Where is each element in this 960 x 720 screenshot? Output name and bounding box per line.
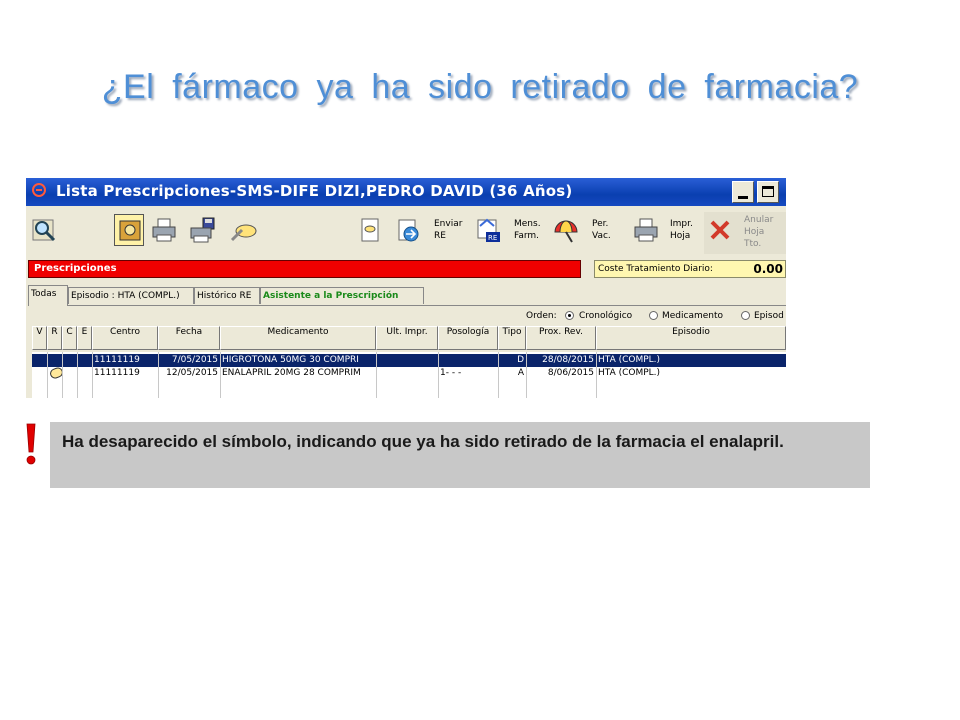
search-icon[interactable] (30, 216, 58, 244)
impr-hoja-label[interactable]: Impr. Hoja (670, 218, 693, 242)
cell-episodio: HTA (COMPL.) (598, 355, 661, 365)
warning-exclamation-icon (26, 423, 36, 465)
toolbar: Enviar RE RE Mens. Farm. Per. Vac. Impr.… (26, 206, 786, 256)
window-titlebar[interactable]: Lista Prescripciones-SMS-DIFE DIZI,PEDRO… (26, 178, 786, 206)
table-row[interactable]: 11111119 7/05/2015 HIGROTONA 50MG 30 COM… (32, 354, 786, 367)
col-tipo[interactable]: Tipo (498, 326, 526, 350)
explanation-note: Ha desaparecido el símbolo, indicando qu… (50, 422, 870, 488)
prescriptions-header: Prescripciones (28, 260, 581, 278)
order-selector: Orden: Cronológico Medicamento Episod (26, 308, 786, 324)
grid-line (596, 352, 597, 398)
tab-historico-re[interactable]: Histórico RE (194, 287, 260, 304)
order-radio-chronological[interactable] (565, 311, 574, 320)
document-icon[interactable] (356, 216, 384, 244)
col-prox-rev[interactable]: Prox. Rev. (526, 326, 596, 350)
cell-tipo: D (517, 355, 524, 365)
cell-tipo: A (517, 368, 524, 378)
print-icon[interactable] (150, 216, 178, 244)
cell-medicamento: ENALAPRIL 20MG 28 COMPRIM (222, 368, 361, 378)
col-r[interactable]: R (47, 326, 62, 350)
order-option-chronological[interactable]: Cronológico (579, 308, 632, 324)
order-label: Orden: (526, 311, 557, 321)
daily-cost-label: Coste Tratamiento Diario: (598, 264, 713, 274)
tab-todas[interactable]: Todas (28, 285, 68, 306)
grid-line (438, 352, 439, 398)
col-centro[interactable]: Centro (92, 326, 158, 350)
order-option-medication[interactable]: Medicamento (662, 308, 723, 324)
col-e[interactable]: E (77, 326, 92, 350)
per-vac-label[interactable]: Per. Vac. (592, 218, 611, 242)
prescriptions-window: Lista Prescripciones-SMS-DIFE DIZI,PEDRO… (26, 178, 786, 398)
send-re-icon[interactable] (394, 216, 422, 244)
grid-line (62, 352, 63, 398)
col-posologia[interactable]: Posología (438, 326, 498, 350)
daily-cost-box: Coste Tratamiento Diario: 0.00 (594, 260, 786, 278)
col-fecha[interactable]: Fecha (158, 326, 220, 350)
prescriptions-table-body: 11111119 7/05/2015 HIGROTONA 50MG 30 COM… (32, 352, 786, 398)
grid-line (376, 352, 377, 398)
col-episodio[interactable]: Episodio (596, 326, 786, 350)
pill-dropper-icon[interactable] (230, 216, 258, 244)
cell-prox-rev: 28/08/2015 (542, 355, 594, 365)
tab-asistente[interactable]: Asistente a la Prescripción (260, 287, 424, 304)
col-c[interactable]: C (62, 326, 77, 350)
grid-line (92, 352, 93, 398)
mens-farm-label[interactable]: Mens. Farm. (514, 218, 541, 242)
anular-hoja-label[interactable]: Anular Hoja Tto. (744, 214, 773, 250)
order-option-episode[interactable]: Episod (754, 308, 784, 324)
cell-prox-rev: 8/06/2015 (547, 368, 594, 378)
grid-line (498, 352, 499, 398)
cell-centro: 11111119 (94, 368, 140, 378)
order-radio-medication[interactable] (649, 311, 658, 320)
grid-line (220, 352, 221, 398)
cell-fecha: 7/05/2015 (171, 355, 218, 365)
window-menu-icon[interactable] (32, 183, 46, 197)
cell-posologia: 1- - - (440, 368, 462, 378)
print-save-icon[interactable] (188, 216, 216, 244)
cell-ult-impr (376, 367, 438, 380)
tab-episodio[interactable]: Episodio : HTA (COMPL.) (68, 287, 194, 304)
cell-medicamento: HIGROTONA 50MG 30 COMPRI (222, 355, 359, 365)
order-radio-episode[interactable] (741, 311, 750, 320)
grid-line (158, 352, 159, 398)
col-ult-impr[interactable]: Ult. Impr. (376, 326, 438, 350)
cell-centro: 11111119 (94, 355, 140, 365)
grid-line (526, 352, 527, 398)
svg-text:RE: RE (488, 234, 497, 242)
maximize-button[interactable] (757, 181, 779, 203)
cell-episodio: HTA (COMPL.) (598, 368, 661, 378)
grid-line (47, 352, 48, 398)
minimize-button[interactable] (732, 181, 754, 203)
daily-cost-value: 0.00 (753, 262, 783, 276)
prescriptions-table-header: V R C E Centro Fecha Medicamento Ult. Im… (32, 326, 786, 350)
print-sheet-icon[interactable] (632, 216, 660, 244)
cell-ult-impr (376, 354, 438, 367)
cell-fecha: 12/05/2015 (166, 368, 218, 378)
slide-title: ¿El fármaco ya ha sido retirado de farma… (101, 68, 859, 106)
cell-posologia (438, 354, 498, 367)
prescription-box-icon[interactable] (116, 216, 144, 244)
message-pharmacy-icon[interactable]: RE (474, 216, 502, 244)
window-title: Lista Prescripciones-SMS-DIFE DIZI,PEDRO… (56, 182, 573, 200)
enviar-re-label[interactable]: Enviar RE (434, 218, 462, 242)
table-row[interactable]: 11111119 12/05/2015 ENALAPRIL 20MG 28 CO… (32, 366, 786, 380)
col-v[interactable]: V (32, 326, 47, 350)
tab-bar: Todas Episodio : HTA (COMPL.) Histórico … (28, 285, 786, 306)
cancel-x-icon[interactable] (706, 216, 734, 244)
vaccine-umbrella-icon[interactable] (552, 216, 580, 244)
grid-line (77, 352, 78, 398)
col-medicamento[interactable]: Medicamento (220, 326, 376, 350)
